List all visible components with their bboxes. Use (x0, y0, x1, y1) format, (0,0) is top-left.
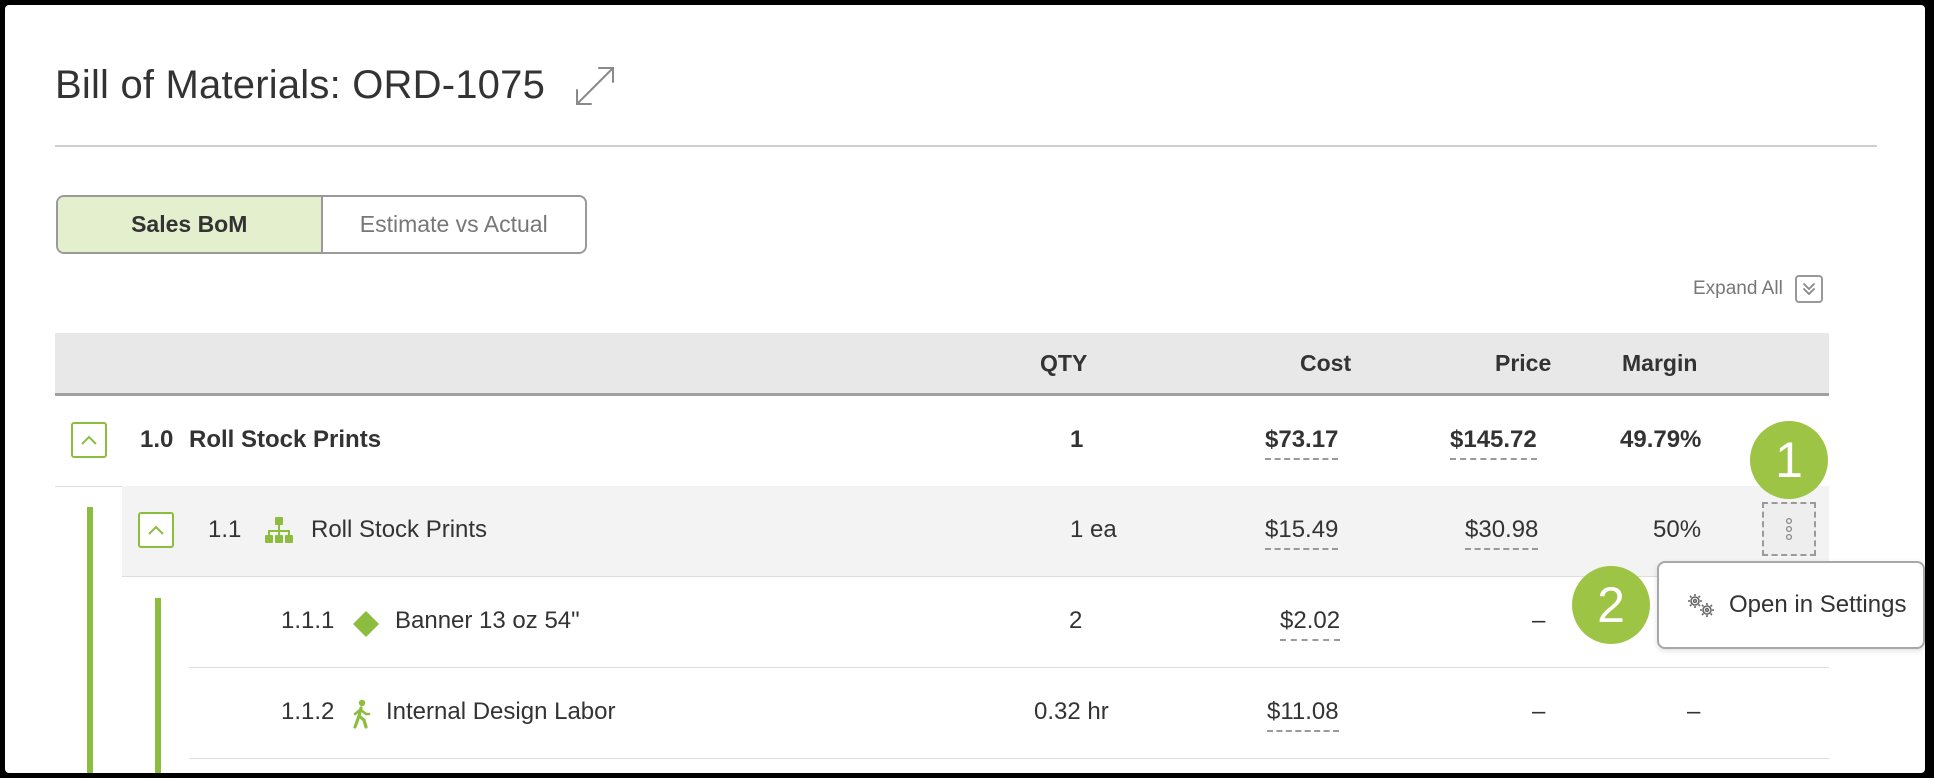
row-cost[interactable]: $2.02 (1280, 607, 1341, 641)
table-header: QTY Cost Price Margin (55, 333, 1829, 396)
collapse-button[interactable] (71, 422, 107, 458)
double-chevron-down-icon (1794, 275, 1823, 303)
row-margin: 49.79% (1620, 426, 1702, 453)
title-row: Bill of Materials: ORD-1075 (55, 63, 617, 108)
open-in-settings-menu-item[interactable]: Open in Settings (1657, 561, 1925, 649)
row-margin: 50% (1653, 516, 1702, 543)
row-number: 1.1 (208, 516, 242, 543)
callout-badge-1: 1 (1750, 421, 1828, 499)
open-in-settings-label: Open in Settings (1729, 591, 1907, 618)
view-toggle: Sales BoM Estimate vs Actual (56, 195, 587, 254)
page-title: Bill of Materials: ORD-1075 (55, 63, 546, 107)
table-row: 1.1 Roll Stock Prints 1 ea $15.49 $30.98… (122, 486, 1829, 577)
title-divider (55, 145, 1877, 147)
cost-header: Cost (1300, 350, 1352, 376)
price-header: Price (1495, 350, 1552, 376)
row-qty: 1 ea (1070, 516, 1117, 543)
diamond-icon (353, 611, 379, 637)
row-name: Internal Design Labor (386, 698, 616, 725)
chevron-up-icon (81, 435, 97, 445)
row-cost[interactable]: $73.17 (1265, 426, 1339, 460)
expand-icon[interactable] (573, 64, 617, 108)
row-qty: 2 (1069, 607, 1083, 634)
walking-person-icon (353, 699, 371, 729)
row-number: 1.0 (140, 426, 174, 453)
row-qty: 0.32 hr (1034, 698, 1109, 725)
collapse-button[interactable] (138, 512, 174, 548)
estimate-vs-actual-tab[interactable]: Estimate vs Actual (323, 197, 586, 252)
row-price[interactable]: $145.72 (1450, 426, 1537, 460)
row-margin: – (1687, 698, 1701, 725)
chevron-up-icon (148, 525, 164, 535)
row-price: – (1532, 698, 1546, 725)
hierarchy-icon (265, 517, 293, 543)
sales-bom-tab[interactable]: Sales BoM (58, 197, 323, 252)
table-row: 1.1.2 Internal Design Labor 0.32 hr $11.… (189, 668, 1829, 759)
row-name: Banner 13 oz 54" (395, 607, 580, 634)
row-name: Roll Stock Prints (189, 426, 382, 453)
tree-line-level-1 (87, 507, 93, 773)
table-row: 1.0 Roll Stock Prints 1 $73.17 $145.72 4… (55, 396, 1829, 487)
row-number: 1.1.1 (281, 607, 335, 634)
row-cost[interactable]: $15.49 (1265, 516, 1339, 550)
qty-header: QTY (1040, 350, 1088, 376)
row-price[interactable]: $30.98 (1465, 516, 1539, 550)
callout-badge-2: 2 (1572, 566, 1650, 644)
tree-line-level-2 (155, 598, 161, 773)
app-frame: Bill of Materials: ORD-1075 Sales BoM Es… (5, 5, 1925, 773)
row-qty: 1 (1070, 426, 1084, 453)
row-name: Roll Stock Prints (311, 516, 488, 543)
row-price: – (1532, 607, 1546, 634)
row-actions-menu-button[interactable] (1762, 502, 1816, 556)
gears-icon (1688, 594, 1714, 617)
margin-header: Margin (1622, 350, 1698, 376)
expand-all-label: Expand All (1693, 278, 1783, 299)
vertical-dots-icon (1785, 517, 1793, 541)
row-cost[interactable]: $11.08 (1267, 698, 1339, 732)
row-number: 1.1.2 (281, 698, 335, 725)
expand-all-button[interactable]: Expand All (1693, 275, 1823, 303)
